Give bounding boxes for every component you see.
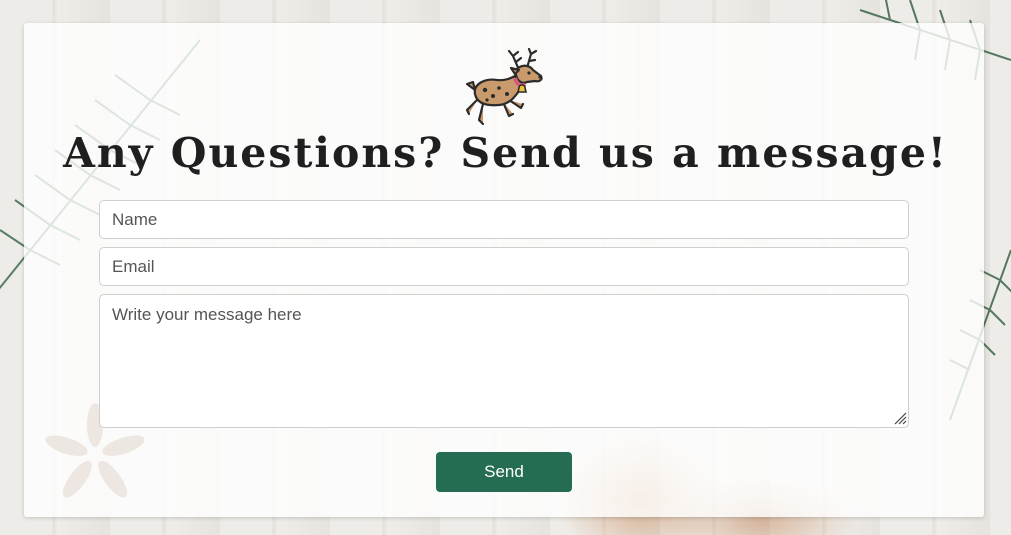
send-button[interactable]: Send: [436, 452, 572, 492]
name-field[interactable]: [99, 200, 909, 239]
message-field[interactable]: [99, 294, 909, 428]
page-title: Any Questions? Send us a message!: [63, 129, 948, 177]
email-field[interactable]: [99, 247, 909, 286]
resize-grip-icon[interactable]: [893, 411, 907, 425]
reindeer-icon: [465, 48, 543, 126]
